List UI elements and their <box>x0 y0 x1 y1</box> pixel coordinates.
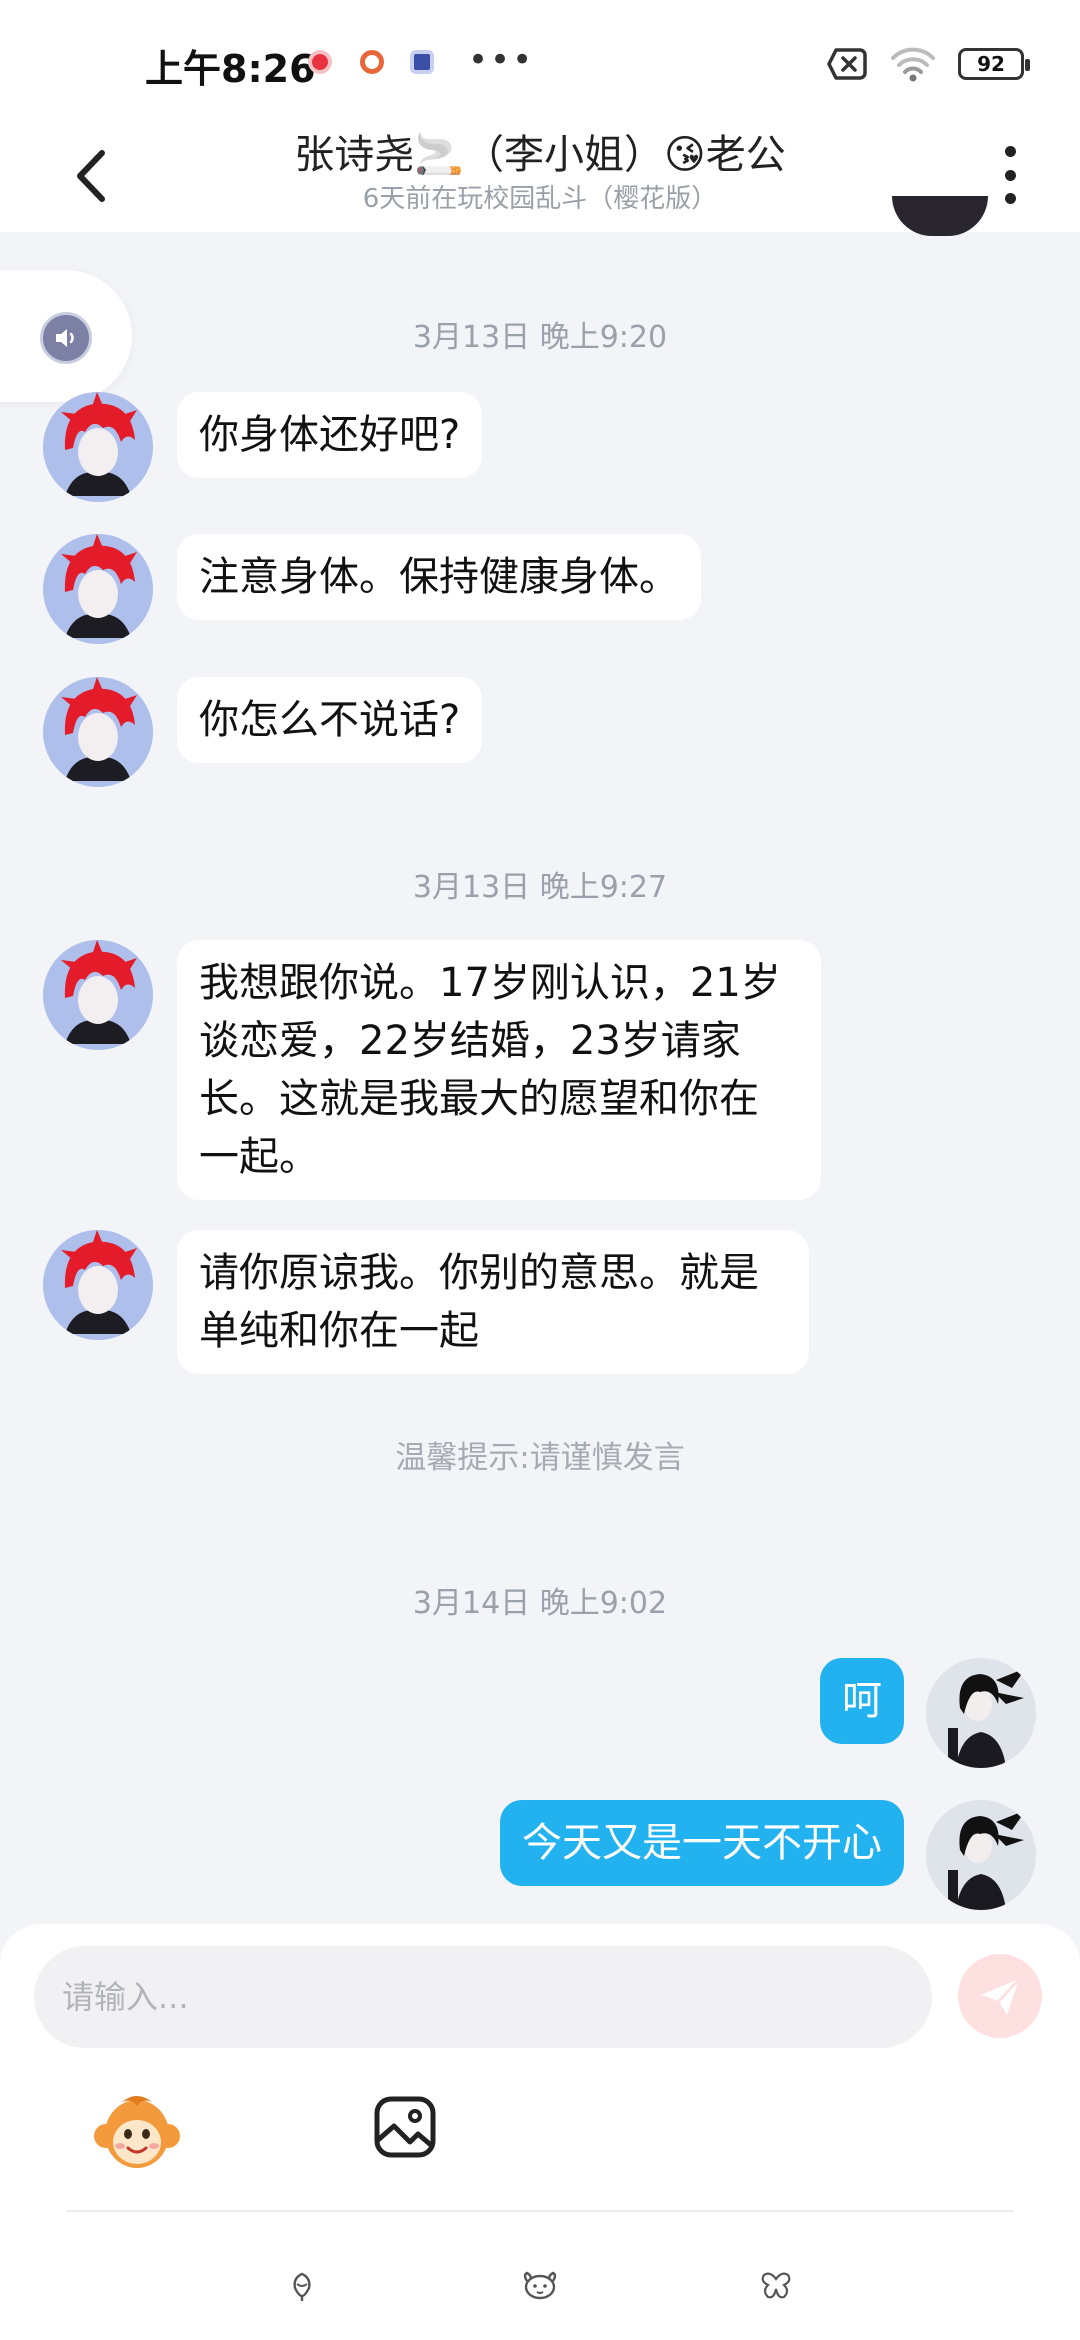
message-line: 单纯和你在一起 <box>199 1308 479 1354</box>
monkey-emoji-icon <box>94 2096 180 2168</box>
nav-button-1[interactable] <box>282 2266 322 2306</box>
message-input-container[interactable] <box>34 1946 932 2048</box>
send-icon <box>981 1977 1021 2015</box>
message-bubble-received[interactable]: 请你原谅我。你别的意思。就是 单纯和你在一起 <box>177 1230 809 1374</box>
my-avatar[interactable] <box>926 1800 1036 1910</box>
message-line: 请你原谅我。你别的意思。就是 <box>199 1250 759 1296</box>
message-timestamp: 3月13日 晚上9:27 <box>412 870 668 905</box>
more-options-button[interactable] <box>990 140 1030 210</box>
chat-title: 张诗尧🚬（李小姐）😘老公 <box>294 132 786 178</box>
emoji-button[interactable] <box>92 2092 182 2172</box>
message-line: 一起。 <box>199 1134 319 1180</box>
notification-app-icon <box>308 50 332 74</box>
battery-indicator: 92 <box>958 48 1030 80</box>
my-avatar[interactable] <box>926 1658 1036 1768</box>
notification-app-icon <box>360 50 384 74</box>
status-right-icons: 92 <box>826 46 1030 82</box>
contact-avatar[interactable] <box>43 1230 153 1340</box>
dog-face-nav-icon <box>523 2271 557 2300</box>
message-bubble-sent[interactable]: 呵 <box>820 1658 904 1744</box>
image-button[interactable] <box>372 2094 438 2160</box>
message-bubble-received[interactable]: 我想跟你说。17岁刚认识，21岁 谈恋爱，22岁结婚，23岁请家 长。这就是我最… <box>177 940 821 1200</box>
contact-avatar[interactable] <box>43 940 153 1050</box>
image-icon <box>374 2096 436 2158</box>
panel-divider <box>66 2210 1014 2212</box>
contact-avatar[interactable] <box>43 677 153 787</box>
message-line: 长。这就是我最大的愿望和你在 <box>199 1076 759 1122</box>
message-timestamp: 3月14日 晚上9:02 <box>412 1586 668 1621</box>
message-line: 谈恋爱，22岁结婚，23岁请家 <box>199 1018 741 1064</box>
message-line: 我想跟你说。17岁刚认识，21岁 <box>199 960 781 1006</box>
status-bar: 上午8:26 ••• 92 <box>0 0 1080 120</box>
wifi-icon <box>891 47 935 82</box>
input-panel <box>0 1924 1080 2340</box>
message-bubble-received[interactable]: 你身体还好吧? <box>177 392 483 478</box>
contact-avatar[interactable] <box>43 534 153 644</box>
message-bubble-received[interactable]: 注意身体。保持健康身体。 <box>177 534 701 620</box>
butterfly-nav-icon <box>761 2272 791 2299</box>
sim-blocked-icon <box>827 48 867 80</box>
contact-avatar[interactable] <box>43 392 153 502</box>
notification-app-icon <box>410 50 434 74</box>
nav-button-2[interactable] <box>520 2266 560 2306</box>
message-bubble-sent[interactable]: 今天又是一天不开心 <box>500 1800 904 1886</box>
flower-nav-icon <box>293 2272 311 2301</box>
send-button[interactable] <box>958 1954 1042 2038</box>
message-input[interactable] <box>34 1946 932 2048</box>
message-bubble-received[interactable]: 你怎么不说话? <box>177 677 483 763</box>
nav-button-3[interactable] <box>756 2266 796 2306</box>
status-more-dots: ••• <box>468 40 535 80</box>
chat-warning-hint: 温馨提示:请谨慎发言 <box>395 1440 685 1476</box>
message-timestamp: 3月13日 晚上9:20 <box>412 320 668 355</box>
status-time: 上午8:26 <box>145 47 316 91</box>
more-vertical-icon <box>1004 146 1016 157</box>
